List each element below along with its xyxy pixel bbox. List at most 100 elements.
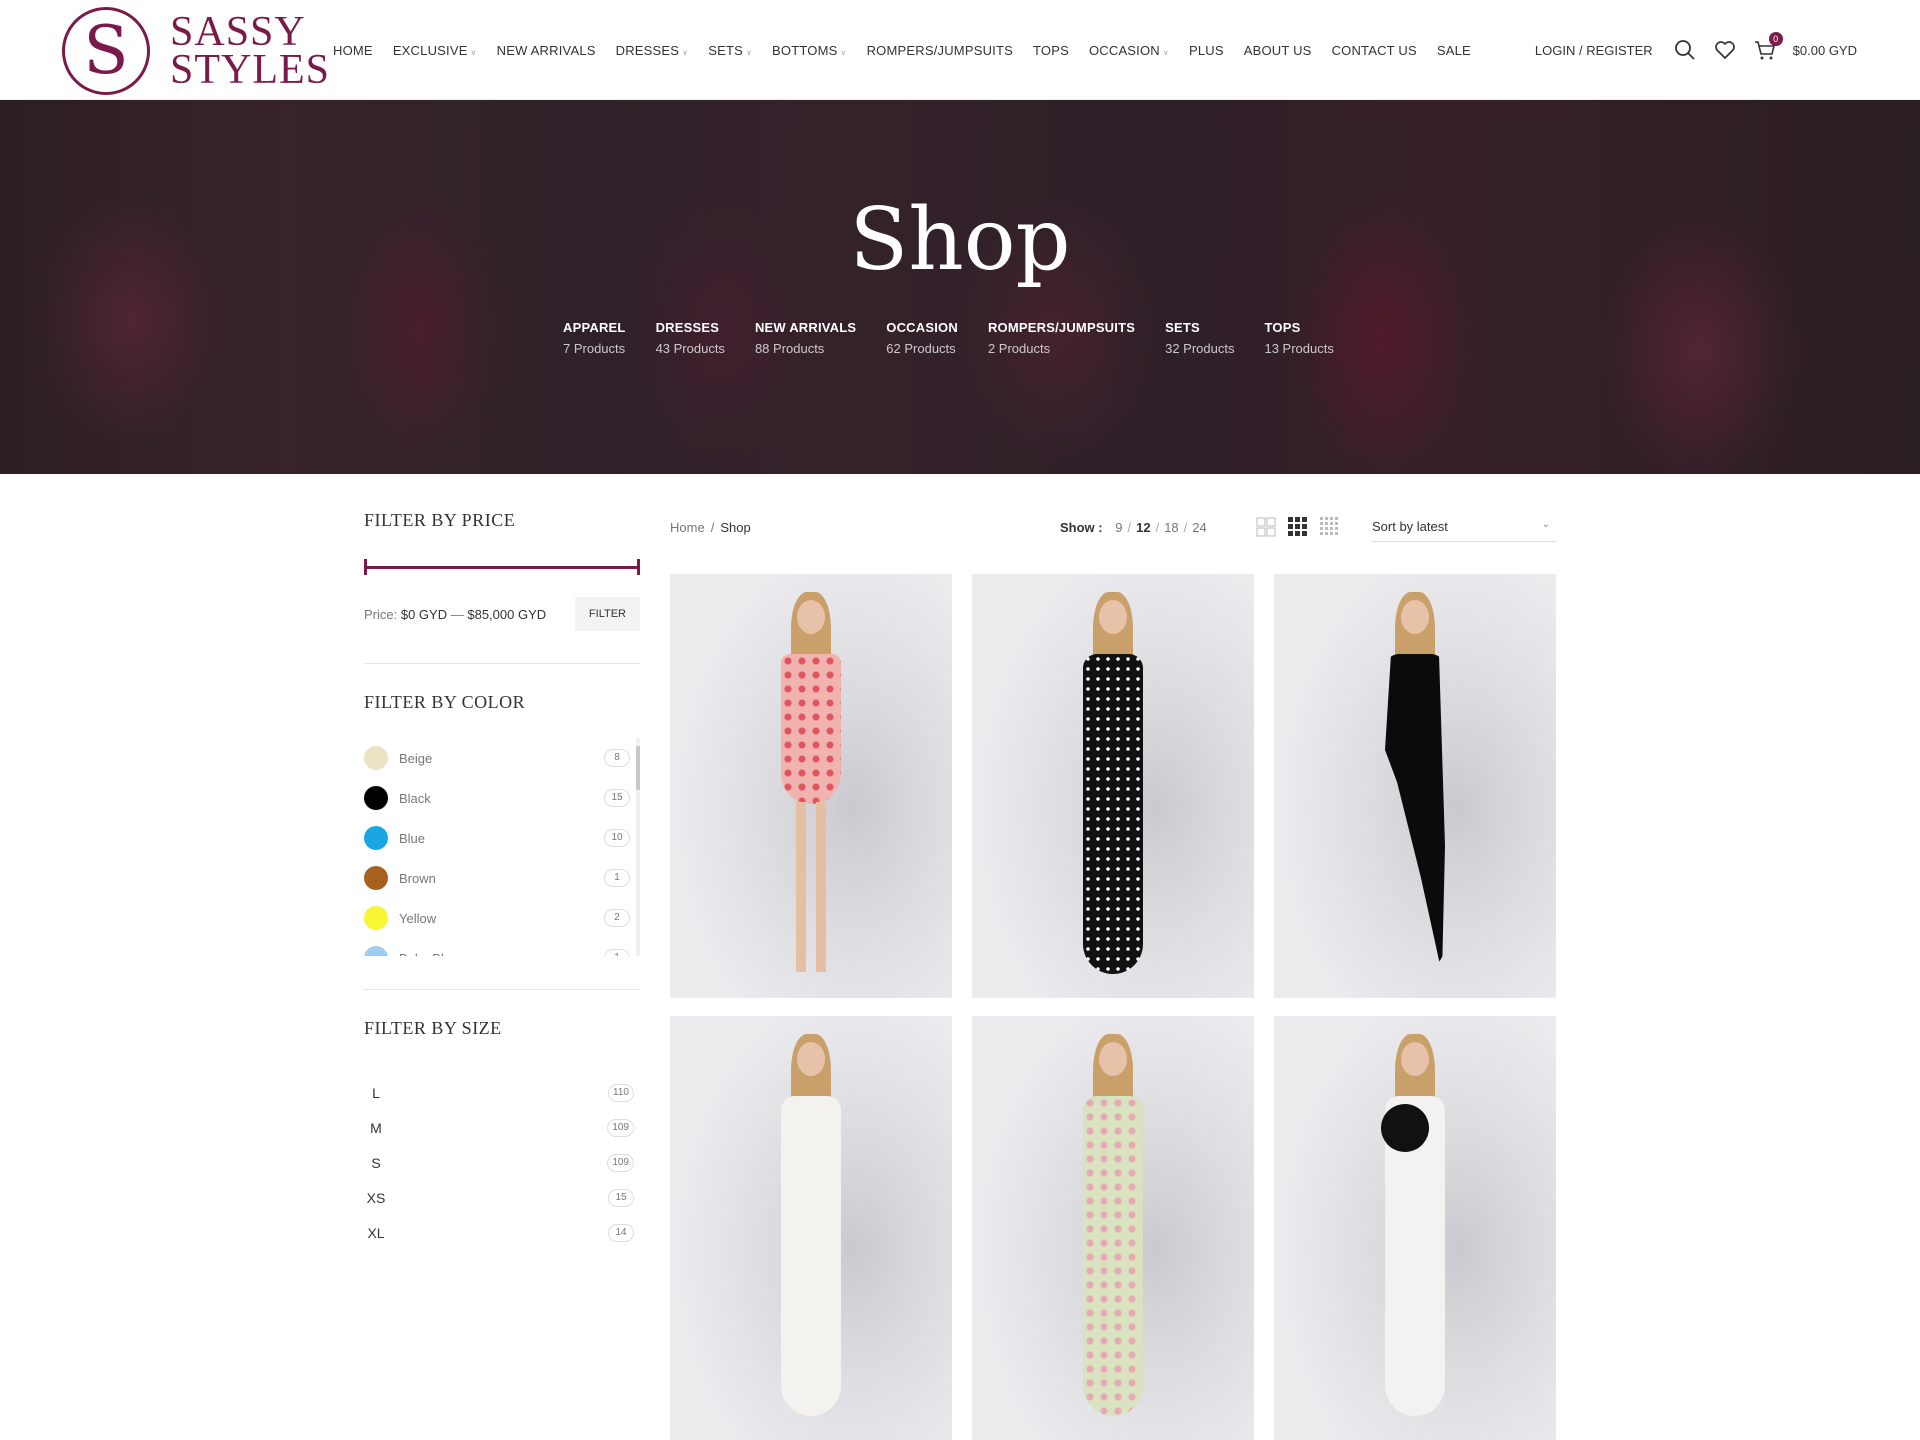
count-badge: 2 (604, 909, 630, 927)
nav-item-sets[interactable]: SETS ∨ (708, 43, 752, 58)
nav-item-new-arrivals[interactable]: NEW ARRIVALS (497, 43, 596, 58)
show-option-24[interactable]: 24 (1192, 520, 1206, 535)
color-filter-item[interactable]: Black 15 (364, 778, 640, 818)
price-range-text: Price: $0 GYD — $85,000 GYD (364, 607, 546, 622)
login-register-link[interactable]: LOGIN / REGISTER (1535, 43, 1653, 58)
nav-item-dresses[interactable]: DRESSES ∨ (616, 43, 689, 58)
divider (364, 663, 640, 664)
model-figure (1345, 592, 1485, 992)
count-badge: 109 (607, 1153, 634, 1172)
category-count: 62 Products (886, 341, 956, 356)
nav-item-plus[interactable]: PLUS (1189, 43, 1224, 58)
nav-item-label: TOPS (1032, 42, 1069, 58)
product-card[interactable] (670, 1016, 952, 1440)
category-link[interactable]: NEW ARRIVALS 88 Products (755, 320, 856, 356)
nav-item-label: EXCLUSIVE (392, 42, 468, 58)
nav-item-label: ROMPERS/JUMPSUITS (866, 42, 1013, 58)
heart-icon[interactable] (1713, 38, 1737, 62)
size-filter-item[interactable]: M 109 (364, 1110, 640, 1145)
size-filter-item[interactable]: XS 15 (364, 1180, 640, 1215)
logo-line-1: SASSY (170, 9, 306, 55)
count-badge: 1 (604, 869, 630, 887)
nav-item-sale[interactable]: SALE (1437, 43, 1471, 58)
nav-item-label: OCCASION (1088, 42, 1160, 58)
color-filter-item[interactable]: Blue 10 (364, 818, 640, 858)
color-name: Beige (399, 750, 433, 766)
nav-item-label: DRESSES (615, 42, 680, 58)
color-filter-item[interactable]: Brown 1 (364, 858, 640, 898)
price-min: $0 GYD (400, 606, 448, 622)
show-option-18[interactable]: 18 (1164, 520, 1178, 535)
category-name: SETS (1165, 320, 1200, 335)
category-name: ROMPERS/JUMPSUITS (987, 320, 1136, 335)
nav-item-occasion[interactable]: OCCASION ∨ (1089, 43, 1169, 58)
price-slider-range (364, 566, 640, 569)
grid-3-icon[interactable] (1288, 517, 1308, 537)
category-link[interactable]: TOPS 13 Products (1264, 320, 1333, 356)
category-links: APPAREL 7 Products DRESSES 43 Products NEW A… (563, 320, 1364, 356)
chevron-down-icon: ∨ (745, 47, 753, 57)
breadcrumb-home[interactable]: Home (670, 520, 705, 535)
nav-item-label: SALE (1436, 42, 1471, 58)
filter-button[interactable]: FILTER (574, 597, 640, 631)
filter-by-price-title: FILTER BY PRICE (364, 510, 516, 530)
product-card[interactable] (1274, 1016, 1556, 1440)
product-card[interactable] (1274, 574, 1556, 998)
grid-2-icon[interactable] (1256, 517, 1276, 537)
cart-icon[interactable]: 0 (1753, 32, 1783, 62)
scrollbar-thumb[interactable] (636, 746, 640, 790)
color-list-scrollbar[interactable] (636, 738, 640, 956)
nav-item-home[interactable]: HOME (333, 43, 373, 58)
dress (1083, 1096, 1143, 1416)
product-card[interactable] (972, 1016, 1254, 1440)
category-name: DRESSES (655, 320, 720, 335)
filter-by-color-title: FILTER BY COLOR (364, 692, 526, 712)
search-icon[interactable] (1673, 38, 1697, 62)
model-head (1401, 600, 1429, 634)
nav-item-bottoms[interactable]: BOTTOMS ∨ (772, 43, 847, 58)
size-filter-item[interactable]: L 110 (364, 1075, 640, 1110)
cart-total[interactable]: $0.00 GYD (1793, 43, 1857, 58)
category-link[interactable]: SETS 32 Products (1165, 320, 1234, 356)
shop-hero: Shop APPAREL 7 Products DRESSES 43 Products… (0, 100, 1920, 474)
dress (781, 1096, 841, 1416)
logo[interactable]: S SASSY STYLES (60, 5, 329, 95)
price-slider-min-handle[interactable] (364, 559, 367, 575)
category-link[interactable]: OCCASION 62 Products (886, 320, 958, 356)
category-link[interactable]: APPAREL 7 Products (563, 320, 626, 356)
nav-item-contact-us[interactable]: CONTACT US (1332, 43, 1417, 58)
nav-item-rompers-jumpsuits[interactable]: ROMPERS/JUMPSUITS (867, 43, 1013, 58)
sort-select[interactable]: Sort by latest ⌄ (1372, 510, 1556, 542)
dress (781, 654, 841, 804)
sort-value: Sort by latest (1372, 519, 1448, 534)
nav-item-tops[interactable]: TOPS (1033, 43, 1069, 58)
price-slider[interactable] (364, 559, 640, 575)
size-filter-item[interactable]: XL 14 (364, 1215, 640, 1250)
size-filter-item[interactable]: S 109 (364, 1145, 640, 1180)
price-max: $85,000 GYD (467, 606, 547, 622)
grid-view-switcher (1256, 517, 1352, 537)
nav-item-about-us[interactable]: ABOUT US (1244, 43, 1312, 58)
model-head (797, 600, 825, 634)
model-head (797, 1042, 825, 1076)
category-link[interactable]: ROMPERS/JUMPSUITS 2 Products (988, 320, 1135, 356)
product-card[interactable] (670, 574, 952, 998)
color-filter-list: Beige 8 Black 15 Blue 10 Brown 1 Yellow 2 Baby Blu… (364, 738, 640, 956)
color-filter-item[interactable]: Beige 8 (364, 738, 640, 778)
color-filter-item[interactable]: Baby Blue 1 (364, 938, 640, 956)
show-separator: / (1183, 520, 1188, 535)
count-badge: 109 (607, 1118, 634, 1137)
category-link[interactable]: DRESSES 43 Products (656, 320, 725, 356)
price-row: Price: $0 GYD — $85,000 GYD FILTER (364, 596, 640, 632)
nav-item-exclusive[interactable]: EXCLUSIVE ∨ (393, 43, 477, 58)
color-name: Blue (399, 830, 426, 846)
product-card[interactable] (972, 574, 1254, 998)
grid-4-icon[interactable] (1320, 517, 1340, 537)
show-option-12[interactable]: 12 (1136, 520, 1150, 535)
logo-monogram: S (83, 12, 129, 89)
price-slider-max-handle[interactable] (637, 559, 640, 575)
count-badge: 8 (604, 749, 630, 767)
color-filter-item[interactable]: Yellow 2 (364, 898, 640, 938)
show-option-9[interactable]: 9 (1115, 520, 1122, 535)
nav-item-label: SETS (708, 42, 743, 58)
